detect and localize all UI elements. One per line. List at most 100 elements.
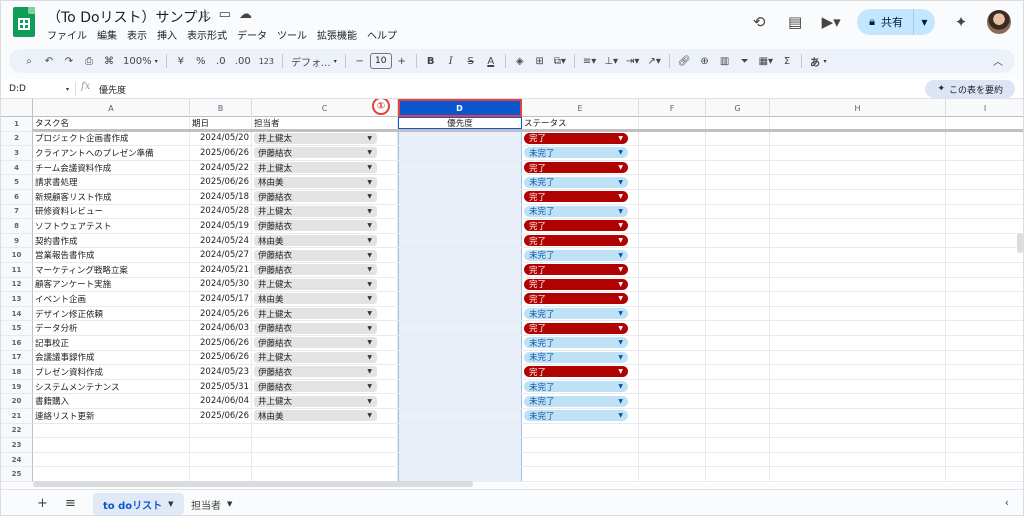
cell[interactable]: [639, 467, 706, 481]
number-format-button[interactable]: 123: [255, 51, 278, 71]
row-header[interactable]: 15: [1, 321, 33, 336]
row-header[interactable]: 4: [1, 160, 33, 176]
cell[interactable]: [398, 423, 522, 438]
cell-owner[interactable]: 林由美 ▼: [252, 175, 398, 189]
cell[interactable]: [190, 438, 252, 452]
cell-owner[interactable]: 林由美 ▼: [252, 409, 398, 423]
cell[interactable]: [706, 219, 770, 233]
cell-task[interactable]: 記事校正: [33, 336, 190, 350]
owner-dropdown-chip[interactable]: 井上健太 ▼: [254, 278, 377, 290]
cell[interactable]: [706, 350, 770, 365]
cell-owner-header[interactable]: 担当者: [252, 117, 398, 129]
row-header[interactable]: 21: [1, 409, 33, 424]
cell[interactable]: [770, 131, 946, 146]
menu-item[interactable]: ファイル: [47, 27, 87, 42]
cell-owner[interactable]: 伊藤結衣 ▼: [252, 248, 398, 262]
formula-input[interactable]: 優先度: [99, 83, 126, 96]
cell-priority[interactable]: [398, 160, 522, 175]
column-header-e[interactable]: E: [522, 99, 639, 117]
avatar[interactable]: [987, 10, 1011, 34]
font-select[interactable]: デフォ... ▾: [287, 51, 341, 71]
cell[interactable]: [190, 423, 252, 438]
cell[interactable]: [639, 277, 706, 292]
owner-dropdown-chip[interactable]: 伊藤結衣 ▼: [254, 249, 377, 261]
row-header[interactable]: 8: [1, 219, 33, 234]
cell-owner[interactable]: 井上健太 ▼: [252, 350, 398, 365]
owner-dropdown-chip[interactable]: 林由美 ▼: [254, 176, 377, 188]
cell[interactable]: [706, 190, 770, 204]
cell-status[interactable]: 未完了 ▼: [522, 175, 639, 189]
owner-dropdown-chip[interactable]: 伊藤結衣 ▼: [254, 322, 377, 334]
cell-priority[interactable]: [398, 131, 522, 146]
cell-date[interactable]: 2024/05/26: [190, 306, 252, 321]
status-dropdown-chip[interactable]: 完了 ▼: [524, 162, 628, 174]
cell[interactable]: [770, 365, 946, 379]
column-header-a[interactable]: A: [33, 99, 190, 117]
cell-priority[interactable]: [398, 409, 522, 423]
cell[interactable]: [946, 175, 1023, 189]
comments-icon[interactable]: ▤: [785, 12, 805, 32]
cell-status[interactable]: 完了 ▼: [522, 190, 639, 204]
cell-task[interactable]: データ分析: [33, 321, 190, 335]
owner-dropdown-chip[interactable]: 林由美 ▼: [254, 293, 377, 305]
chevron-down-icon[interactable]: ▼: [227, 500, 232, 508]
cell[interactable]: [946, 146, 1023, 160]
cell[interactable]: [770, 248, 946, 262]
redo-icon[interactable]: ↷: [59, 51, 79, 71]
share-button[interactable]: 🔒︎ 共有 ▼: [857, 9, 935, 35]
cell-date[interactable]: 2025/05/31: [190, 379, 252, 394]
add-sheet-icon[interactable]: +: [37, 496, 48, 511]
status-dropdown-chip[interactable]: 完了 ▼: [524, 278, 628, 290]
owner-dropdown-chip[interactable]: 伊藤結衣 ▼: [254, 337, 377, 349]
cell-status[interactable]: 未完了 ▼: [522, 146, 639, 160]
cell[interactable]: [770, 117, 946, 129]
cell-task[interactable]: システムメンテナンス: [33, 379, 190, 394]
cell-date[interactable]: 2024/05/21: [190, 263, 252, 277]
sheet-tab[interactable]: to doリスト ▼: [93, 493, 184, 515]
cell-priority[interactable]: [398, 379, 522, 394]
row-header[interactable]: 25: [1, 467, 33, 482]
cell-status[interactable]: 未完了 ▼: [522, 350, 639, 365]
row-header[interactable]: 2: [1, 131, 33, 147]
cell[interactable]: [706, 365, 770, 379]
status-dropdown-chip[interactable]: 未完了 ▼: [524, 176, 628, 188]
cell[interactable]: [33, 438, 190, 452]
vertical-align-icon[interactable]: ⊥▾: [600, 51, 622, 71]
collapse-toolbar-icon[interactable]: ︿: [993, 53, 1003, 68]
cell[interactable]: [946, 409, 1023, 423]
cell[interactable]: [639, 175, 706, 189]
cell[interactable]: [639, 160, 706, 175]
status-dropdown-chip[interactable]: 完了 ▼: [524, 132, 628, 144]
sheet-grid[interactable]: ABCDEFGHI ① 1 2 3 4 5 6 7 8 9 10 11 12 13 14 15 16 17 18 1…: [1, 99, 1023, 483]
zoom-select[interactable]: 100% ▾: [119, 51, 162, 71]
font-size-increase-button[interactable]: +: [392, 51, 412, 71]
cell[interactable]: [33, 467, 190, 481]
row-header[interactable]: 11: [1, 263, 33, 278]
cell-date[interactable]: 2024/05/27: [190, 248, 252, 262]
status-dropdown-chip[interactable]: 未完了 ▼: [524, 381, 628, 393]
horizontal-scrollbar[interactable]: [33, 481, 473, 487]
cell-date[interactable]: 2024/06/04: [190, 394, 252, 408]
cell[interactable]: [252, 423, 398, 438]
cell[interactable]: [706, 336, 770, 350]
cell-status[interactable]: 未完了 ▼: [522, 204, 639, 219]
cell-task[interactable]: 請求書処理: [33, 175, 190, 189]
cell[interactable]: [770, 409, 946, 423]
cell[interactable]: [33, 452, 190, 467]
row-header[interactable]: 6: [1, 190, 33, 205]
cell[interactable]: [706, 409, 770, 423]
row-header[interactable]: 16: [1, 336, 33, 351]
cell-owner[interactable]: 伊藤結衣 ▼: [252, 190, 398, 204]
row-header[interactable]: 3: [1, 146, 33, 161]
cell-date[interactable]: 2024/05/30: [190, 277, 252, 292]
cell[interactable]: [522, 438, 639, 452]
vertical-scrollbar[interactable]: [1017, 233, 1023, 253]
owner-dropdown-chip[interactable]: 伊藤結衣 ▼: [254, 381, 377, 393]
cell-status[interactable]: 未完了 ▼: [522, 394, 639, 408]
cell[interactable]: [706, 321, 770, 335]
italic-button[interactable]: I: [441, 51, 461, 71]
cell-priority[interactable]: [398, 190, 522, 204]
row-header[interactable]: 9: [1, 233, 33, 249]
cell[interactable]: [639, 438, 706, 452]
cell[interactable]: [946, 424, 1023, 438]
